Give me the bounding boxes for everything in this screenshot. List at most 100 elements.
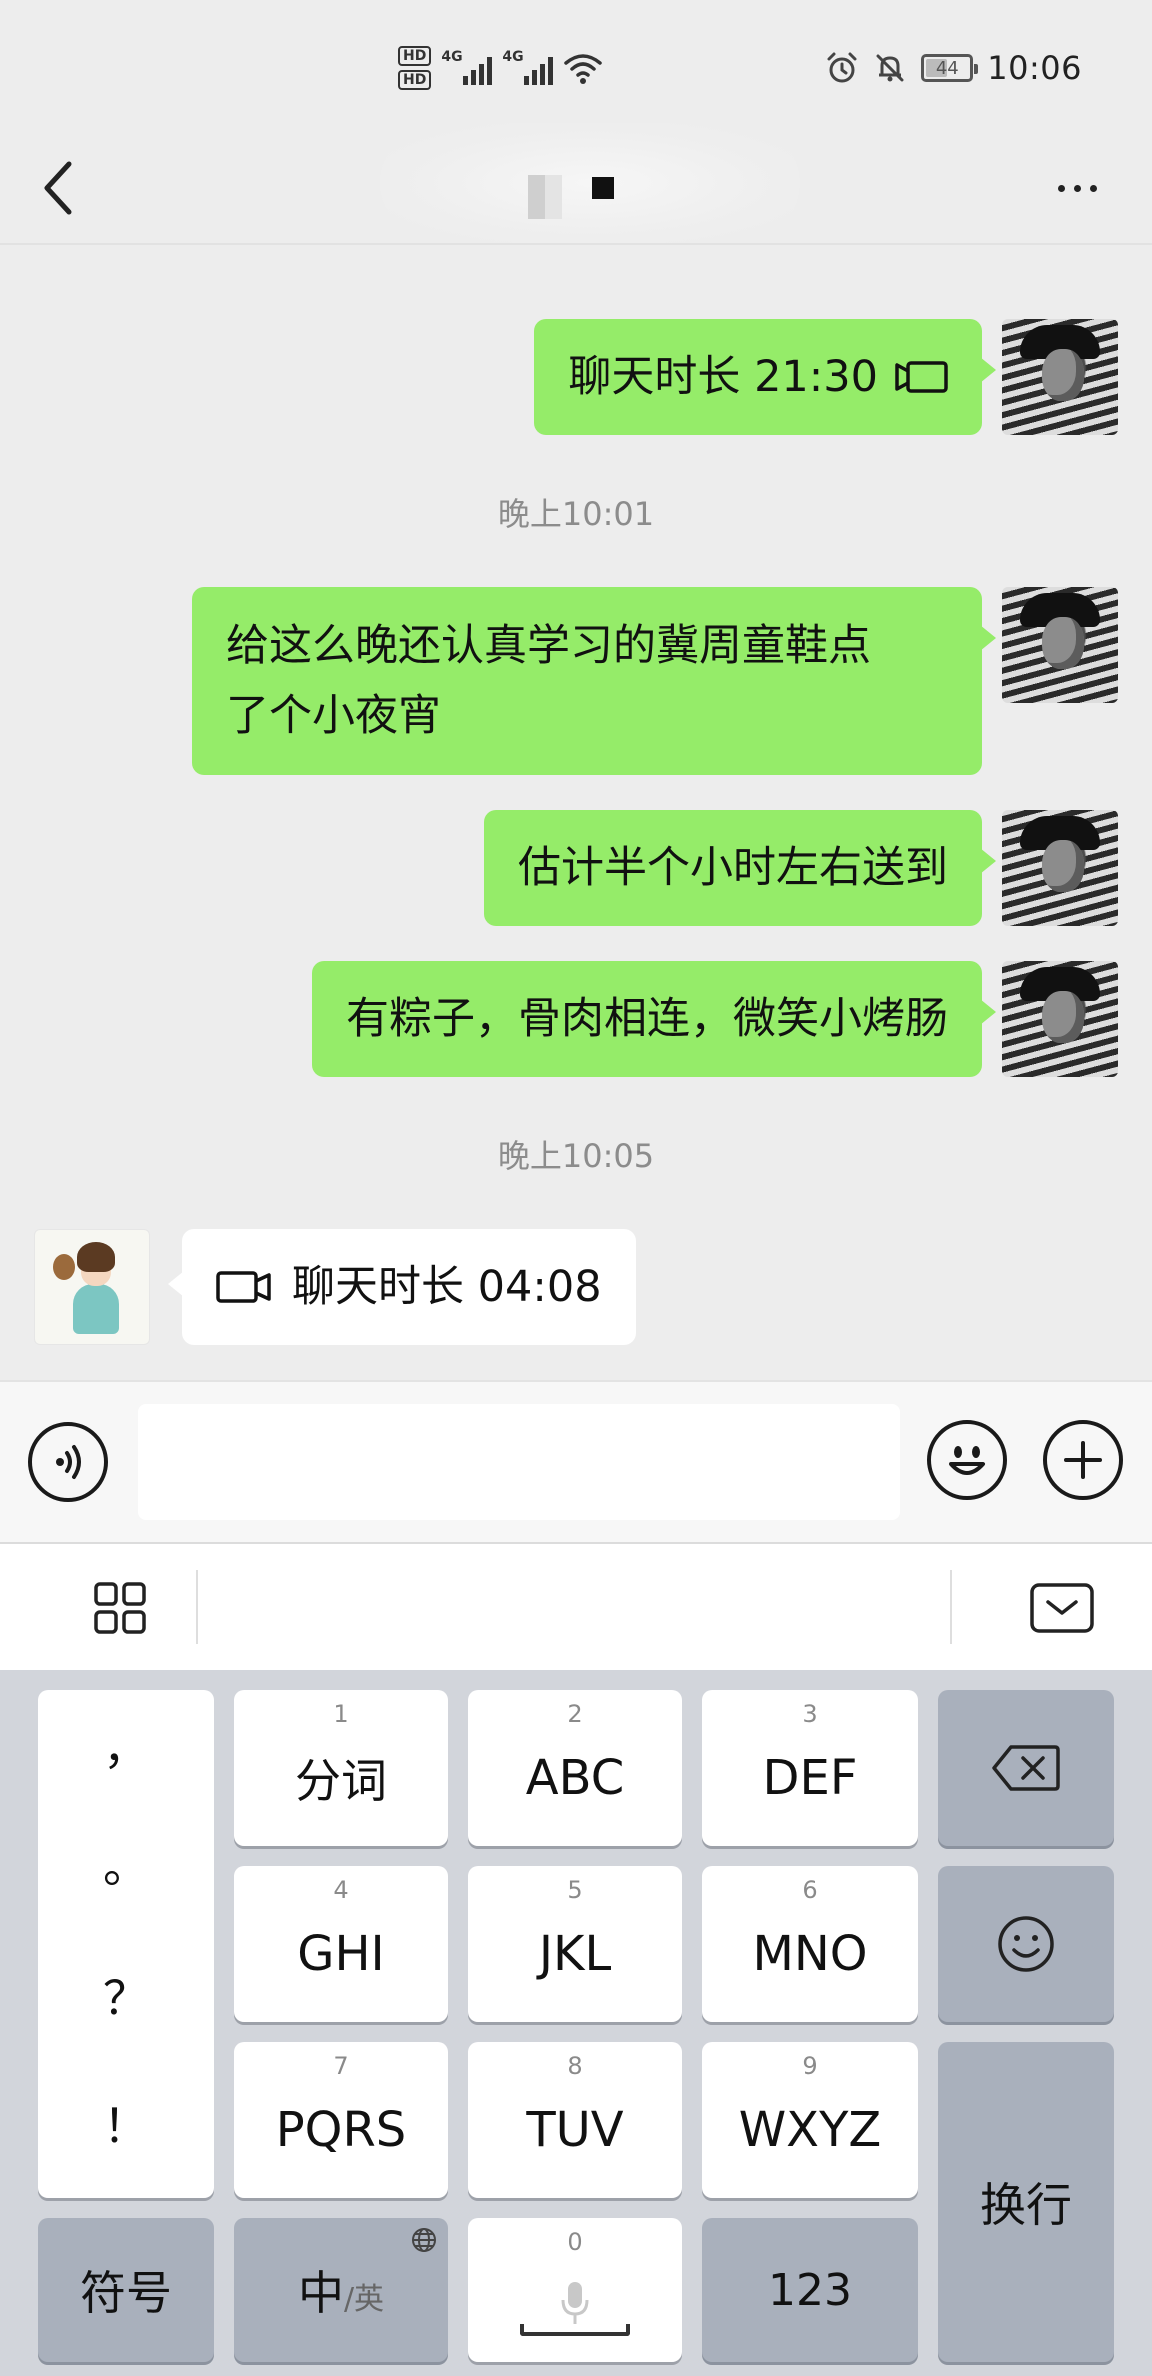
chevron-left-icon (44, 161, 72, 215)
avatar[interactable] (1002, 810, 1118, 926)
key-2[interactable]: 2 ABC (468, 1690, 682, 1846)
message-bubble[interactable]: 聊天时长 21:30 (534, 319, 996, 435)
message-list: 聊天时长 21:30 晚上10:01 给这么晚还认真学习的冀周童鞋点 了个小夜宵… (0, 247, 1152, 1380)
message-text: 有粽子，骨肉相连，微笑小烤肠 (346, 994, 948, 1044)
keyboard-toolbar (0, 1542, 1152, 1670)
key-number: 3 (802, 1700, 818, 1728)
toolbar-divider (950, 1570, 952, 1644)
hd-badge-1: HD (398, 46, 432, 66)
key-4[interactable]: 4 GHI (234, 1866, 448, 2022)
key-3[interactable]: 3 DEF (702, 1690, 918, 1846)
avatar[interactable] (1002, 319, 1118, 435)
status-bar: HD HD 4G 4G 44 10:06 (0, 0, 1152, 135)
key-1[interactable]: 1 分词 (234, 1690, 448, 1846)
voice-icon (56, 1445, 81, 1479)
message-input[interactable] (138, 1404, 900, 1520)
battery-icon: 44 (921, 54, 979, 82)
punct-period-key[interactable]: 。 (38, 1830, 214, 1896)
punctuation-column: ， 。 ？ ！ (38, 1690, 214, 2198)
chat-title-text (380, 135, 800, 245)
key-label: DEF (762, 1750, 858, 1806)
avatar[interactable] (34, 1229, 150, 1345)
emoji-icon (949, 1446, 985, 1475)
mute-icon (876, 54, 904, 82)
enter-label: 换行 (980, 2178, 1072, 2232)
key-number: 8 (567, 2052, 583, 2080)
globe-icon (412, 2228, 436, 2252)
key-number: 6 (802, 1876, 818, 1904)
wifi-icon (564, 54, 603, 84)
key-7[interactable]: 7 PQRS (234, 2042, 448, 2198)
emoji-key[interactable] (938, 1866, 1114, 2022)
clock: 10:06 (987, 49, 1082, 87)
video-call-icon (895, 361, 948, 393)
toolbar-divider (196, 1570, 198, 1644)
hd-badges: HD HD (398, 46, 432, 90)
smiley-icon (998, 1916, 1054, 1972)
number-mode-key[interactable]: 123 (702, 2218, 918, 2362)
space-key[interactable]: 0 (468, 2218, 682, 2362)
message-bubble[interactable]: 有粽子，骨肉相连，微笑小烤肠 (312, 961, 996, 1077)
more-button[interactable] (1042, 163, 1112, 213)
enter-key[interactable]: 换行 (938, 2042, 1114, 2362)
back-button[interactable] (28, 153, 88, 223)
key-label: GHI (297, 1926, 385, 1982)
punct-question-key[interactable]: ？ (38, 1962, 214, 2028)
keyboard-collapse-button[interactable] (1012, 1570, 1112, 1646)
keyboard-menu-button[interactable] (70, 1570, 170, 1646)
plus-button[interactable] (1043, 1420, 1123, 1500)
battery-level: 44 (935, 57, 959, 79)
key-label: WXYZ (738, 2102, 882, 2158)
backspace-key[interactable] (938, 1690, 1114, 1846)
key-8[interactable]: 8 TUV (468, 2042, 682, 2198)
emoji-button[interactable] (927, 1420, 1007, 1500)
key-label: PQRS (275, 2102, 407, 2158)
symbols-key[interactable]: 符号 (38, 2218, 214, 2362)
alarm-icon (827, 52, 857, 83)
key-label: TUV (526, 2102, 624, 2158)
chat-title (380, 123, 800, 245)
key-label: JKL (538, 1926, 612, 1982)
video-call-icon (216, 1271, 271, 1303)
plus-icon (1064, 1441, 1102, 1479)
key-label: 分词 (295, 1754, 387, 1808)
symbols-label: 符号 (80, 2266, 172, 2320)
key-label: MNO (752, 1926, 868, 1982)
timestamp: 晚上10:01 (497, 495, 655, 533)
key-5[interactable]: 5 JKL (468, 1866, 682, 2022)
avatar[interactable] (1002, 961, 1118, 1077)
key-9[interactable]: 9 WXYZ (702, 2042, 918, 2198)
input-bar (0, 1380, 1152, 1542)
message-bubble[interactable]: 给这么晚还认真学习的冀周童鞋点 了个小夜宵 (192, 587, 996, 775)
key-label: ABC (525, 1750, 625, 1806)
sim-1-label: 4G (441, 49, 463, 65)
status-right: 44 10:06 (825, 40, 1082, 96)
message-bubble[interactable]: 估计半个小时左右送到 (484, 810, 996, 926)
message-text: 给这么晚还认真学习的冀周童鞋点 了个小夜宵 (226, 621, 871, 741)
punct-comma-key[interactable]: ， (38, 1712, 214, 1778)
language-switch-key[interactable]: 中 /英 (234, 2218, 448, 2362)
avatar[interactable] (1002, 587, 1118, 703)
call-duration-text: 聊天时长 04:08 (292, 1262, 602, 1312)
call-duration-text: 聊天时长 21:30 (568, 352, 878, 402)
punct-exclaim-key[interactable]: ！ (38, 2090, 214, 2156)
hd-badge-2: HD (398, 70, 432, 90)
message-text: 估计半个小时左右送到 (518, 843, 948, 893)
more-dots-icon (1057, 184, 1065, 192)
key-number: 4 (333, 1876, 349, 1904)
signal-icon-2: 4G (502, 49, 554, 85)
grid-menu-icon (94, 1582, 146, 1634)
language-label: 中 /英 (298, 2257, 384, 2323)
sim-2-label: 4G (502, 49, 524, 65)
backspace-icon (992, 1745, 1060, 1791)
key-number: 2 (567, 1700, 583, 1728)
keyboard-collapse-icon (1030, 1583, 1094, 1633)
chat-header (0, 123, 1152, 245)
microphone-icon (561, 2282, 589, 2324)
key-number: 5 (567, 1876, 583, 1904)
message-bubble[interactable]: 聊天时长 04:08 (168, 1229, 636, 1345)
voice-button[interactable] (28, 1422, 108, 1502)
signal-group: HD HD 4G 4G (398, 38, 603, 98)
signal-icon: 4G (441, 49, 493, 85)
key-6[interactable]: 6 MNO (702, 1866, 918, 2022)
